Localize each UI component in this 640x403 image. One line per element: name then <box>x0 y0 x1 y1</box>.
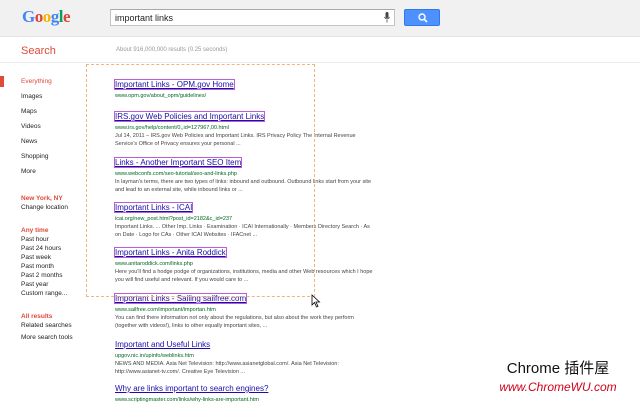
result-title-link[interactable]: Why are links important to search engine… <box>115 384 268 393</box>
result-snippet: NEWS AND MEDIA. Asia Net Television: htt… <box>115 361 339 375</box>
time-filter-item[interactable]: Past 24 hours <box>21 244 67 253</box>
related-searches-link[interactable]: Related searches <box>21 321 73 330</box>
result-url: www.sailfree.com/important/importan.htm <box>115 307 216 313</box>
nav-item-news[interactable]: News <box>0 134 90 149</box>
time-filter-title: Any time <box>21 227 49 234</box>
left-nav: Everything Images Maps Videos News Shopp… <box>0 74 90 179</box>
mouse-cursor-icon <box>311 294 321 308</box>
time-filter-item[interactable]: Past week <box>21 253 67 262</box>
time-filter-item[interactable]: Past hour <box>21 235 67 244</box>
divider <box>0 62 640 63</box>
time-filter-item[interactable]: Past 2 months <box>21 271 67 280</box>
location-block: New York, NY Change location <box>21 194 68 212</box>
time-filter-item[interactable]: Past month <box>21 262 67 271</box>
results-filter-title: All results <box>21 313 53 320</box>
nav-item-videos[interactable]: Videos <box>0 119 90 134</box>
results-filter-block: All results Related searches More search… <box>21 312 73 342</box>
result-url: upgov.nic.in/upinfo/weblinks.htm <box>115 353 194 359</box>
page-title: Search <box>21 45 56 57</box>
search-box[interactable] <box>110 9 395 26</box>
search-button[interactable] <box>404 9 440 26</box>
watermark-url: www.ChromeWU.com <box>499 380 617 394</box>
time-filter-block: Any time Past hour Past 24 hours Past we… <box>21 226 67 298</box>
result-title-link[interactable]: Important and Useful Links <box>115 340 210 349</box>
nav-item-everything[interactable]: Everything <box>0 74 90 89</box>
watermark: Chrome 插件屋 www.ChromeWU.com <box>478 357 638 394</box>
watermark-title: Chrome 插件屋 <box>506 360 610 377</box>
time-filter-item[interactable]: Custom range... <box>21 289 67 298</box>
google-logo[interactable]: Google <box>22 7 74 27</box>
nav-item-maps[interactable]: Maps <box>0 104 90 119</box>
time-filter-item[interactable]: Past year <box>21 280 67 289</box>
location-title: New York, NY <box>21 195 63 202</box>
result-item: Important and Useful Links upgov.nic.in/… <box>115 334 375 376</box>
result-url: www.scriptingmaster.com/links/why-links-… <box>115 397 259 403</box>
magnifier-icon <box>418 13 428 23</box>
search-input[interactable] <box>115 11 375 25</box>
nav-item-shopping[interactable]: Shopping <box>0 149 90 164</box>
result-snippet: You can find there information not only … <box>115 315 354 329</box>
nav-item-images[interactable]: Images <box>0 89 90 104</box>
result-stats: About 916,000,000 results (0.25 seconds) <box>116 47 228 53</box>
result-item: Why are links important to search engine… <box>115 378 375 403</box>
selection-rectangle[interactable] <box>86 64 315 297</box>
top-bar: Google <box>0 0 640 37</box>
more-search-tools-link[interactable]: More search tools <box>21 333 73 342</box>
microphone-icon[interactable] <box>384 12 390 23</box>
change-location-link[interactable]: Change location <box>21 203 68 212</box>
nav-item-more[interactable]: More <box>0 164 90 179</box>
